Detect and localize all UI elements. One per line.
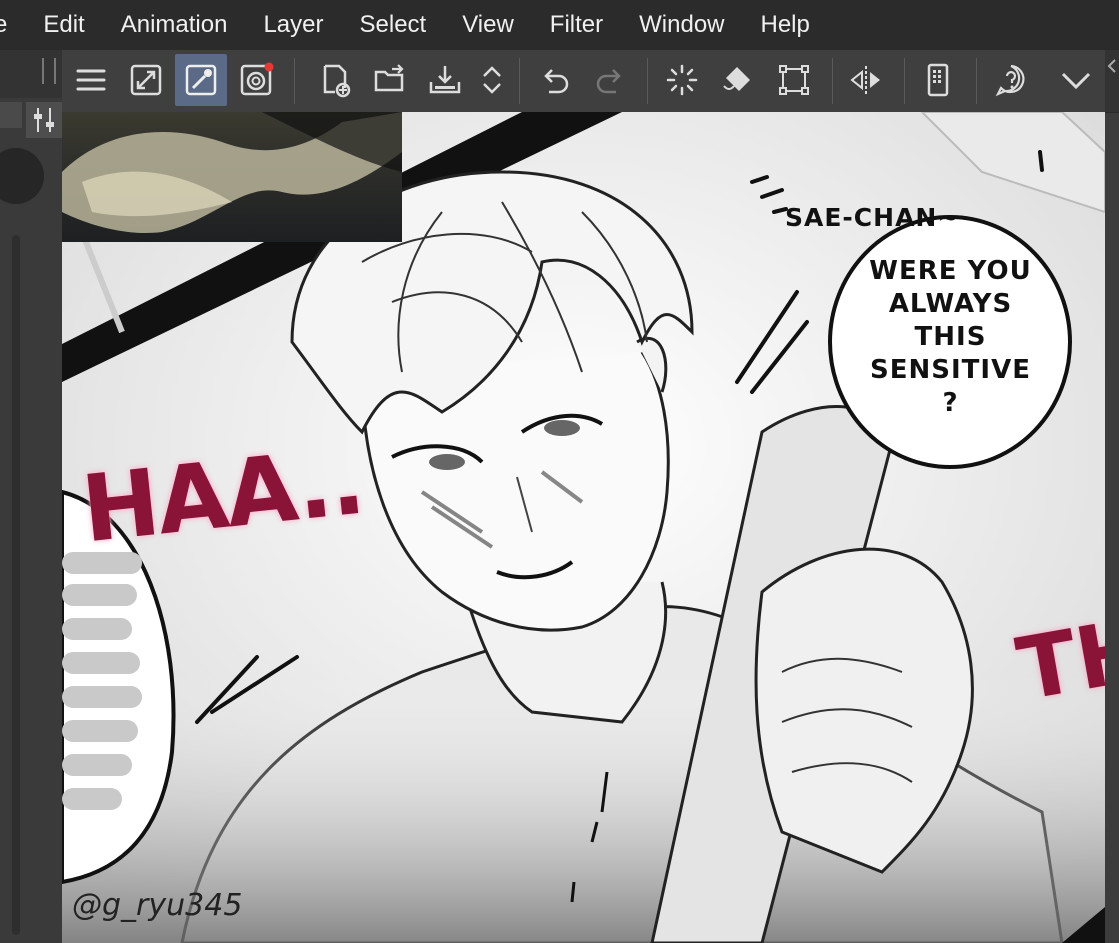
command-bar xyxy=(62,50,1119,113)
open-file-button[interactable] xyxy=(364,54,416,106)
menu-view[interactable]: View xyxy=(444,0,532,50)
fit-canvas-icon xyxy=(130,64,162,96)
menu-layer[interactable]: Layer xyxy=(245,0,341,50)
redo-icon xyxy=(596,69,621,94)
flip-horizontal-button[interactable] xyxy=(840,54,892,106)
menu-animation[interactable]: Animation xyxy=(103,0,246,50)
menu-bar: e Edit Animation Layer Select View Filte… xyxy=(0,0,1119,50)
companion-button[interactable] xyxy=(230,54,282,106)
dock-grip-handle[interactable] xyxy=(42,58,56,84)
dock-tab[interactable] xyxy=(0,102,22,128)
toolbar-separator xyxy=(519,58,520,104)
transform-button[interactable] xyxy=(768,54,820,106)
right-panel-collapse[interactable] xyxy=(1105,50,1119,112)
help-icon xyxy=(995,64,1025,97)
toolbar-separator xyxy=(294,58,295,104)
color-wheel[interactable] xyxy=(0,148,44,204)
companion-icon xyxy=(240,62,274,96)
menu-file[interactable]: e xyxy=(0,0,25,50)
open-folder-icon xyxy=(374,64,404,92)
hamburger-menu-button[interactable] xyxy=(65,54,117,106)
transform-icon xyxy=(779,65,809,95)
toolbar-separator xyxy=(647,58,648,104)
flip-horizontal-icon xyxy=(850,66,880,94)
bubble-line: ALWAYS xyxy=(888,289,1013,319)
chevron-down-icon xyxy=(1061,72,1091,90)
left-dock xyxy=(0,50,62,943)
toolbar-separator xyxy=(976,58,977,104)
chevron-left-icon xyxy=(1107,59,1116,73)
scroll-toolbar-button[interactable] xyxy=(466,54,518,106)
menu-help[interactable]: Help xyxy=(743,0,828,50)
device-icon xyxy=(927,63,949,97)
menu-filter[interactable]: Filter xyxy=(532,0,621,50)
eyedropper-icon xyxy=(185,64,217,96)
new-file-icon xyxy=(323,64,351,98)
undo-button[interactable] xyxy=(529,54,581,106)
bubble-line: THIS xyxy=(914,322,987,352)
bubble-line: ? xyxy=(942,388,959,418)
caption-text: SAE-CHAN~ xyxy=(785,203,960,232)
hamburger-menu-icon xyxy=(76,69,106,91)
help-button[interactable] xyxy=(985,54,1037,106)
save-icon xyxy=(429,66,461,94)
smartphone-connect-button[interactable] xyxy=(912,54,964,106)
menu-select[interactable]: Select xyxy=(342,0,445,50)
speech-bubble-text: WERE YOU ALWAYS THIS SENSITIVE ? xyxy=(848,255,1053,420)
reference-image xyxy=(62,112,402,242)
loading-spinner-icon xyxy=(666,64,698,96)
scroll-arrows-icon xyxy=(483,66,501,94)
fill-button[interactable] xyxy=(712,54,764,106)
sliders-icon xyxy=(34,108,54,132)
more-button[interactable] xyxy=(1050,54,1102,106)
clear-layer-button[interactable] xyxy=(656,54,708,106)
eyedropper-button[interactable] xyxy=(175,54,227,106)
toolbar-separator xyxy=(904,58,905,104)
new-file-button[interactable] xyxy=(309,54,361,106)
menu-window[interactable]: Window xyxy=(621,0,742,50)
fit-canvas-button[interactable] xyxy=(120,54,172,106)
bubble-line: SENSITIVE xyxy=(870,355,1031,385)
tool-property-tab[interactable] xyxy=(26,102,62,138)
reference-image-thumbnail[interactable] xyxy=(62,112,402,242)
redo-button[interactable] xyxy=(584,54,636,106)
toolbar-separator xyxy=(832,58,833,104)
undo-icon xyxy=(544,69,569,94)
save-button[interactable] xyxy=(419,54,471,106)
menu-edit[interactable]: Edit xyxy=(25,0,102,50)
bubble-line: WERE YOU xyxy=(869,256,1032,286)
fill-bucket-icon xyxy=(723,67,750,91)
artist-signature: @g_ryu345 xyxy=(72,888,243,923)
brush-size-slider[interactable] xyxy=(12,235,20,935)
